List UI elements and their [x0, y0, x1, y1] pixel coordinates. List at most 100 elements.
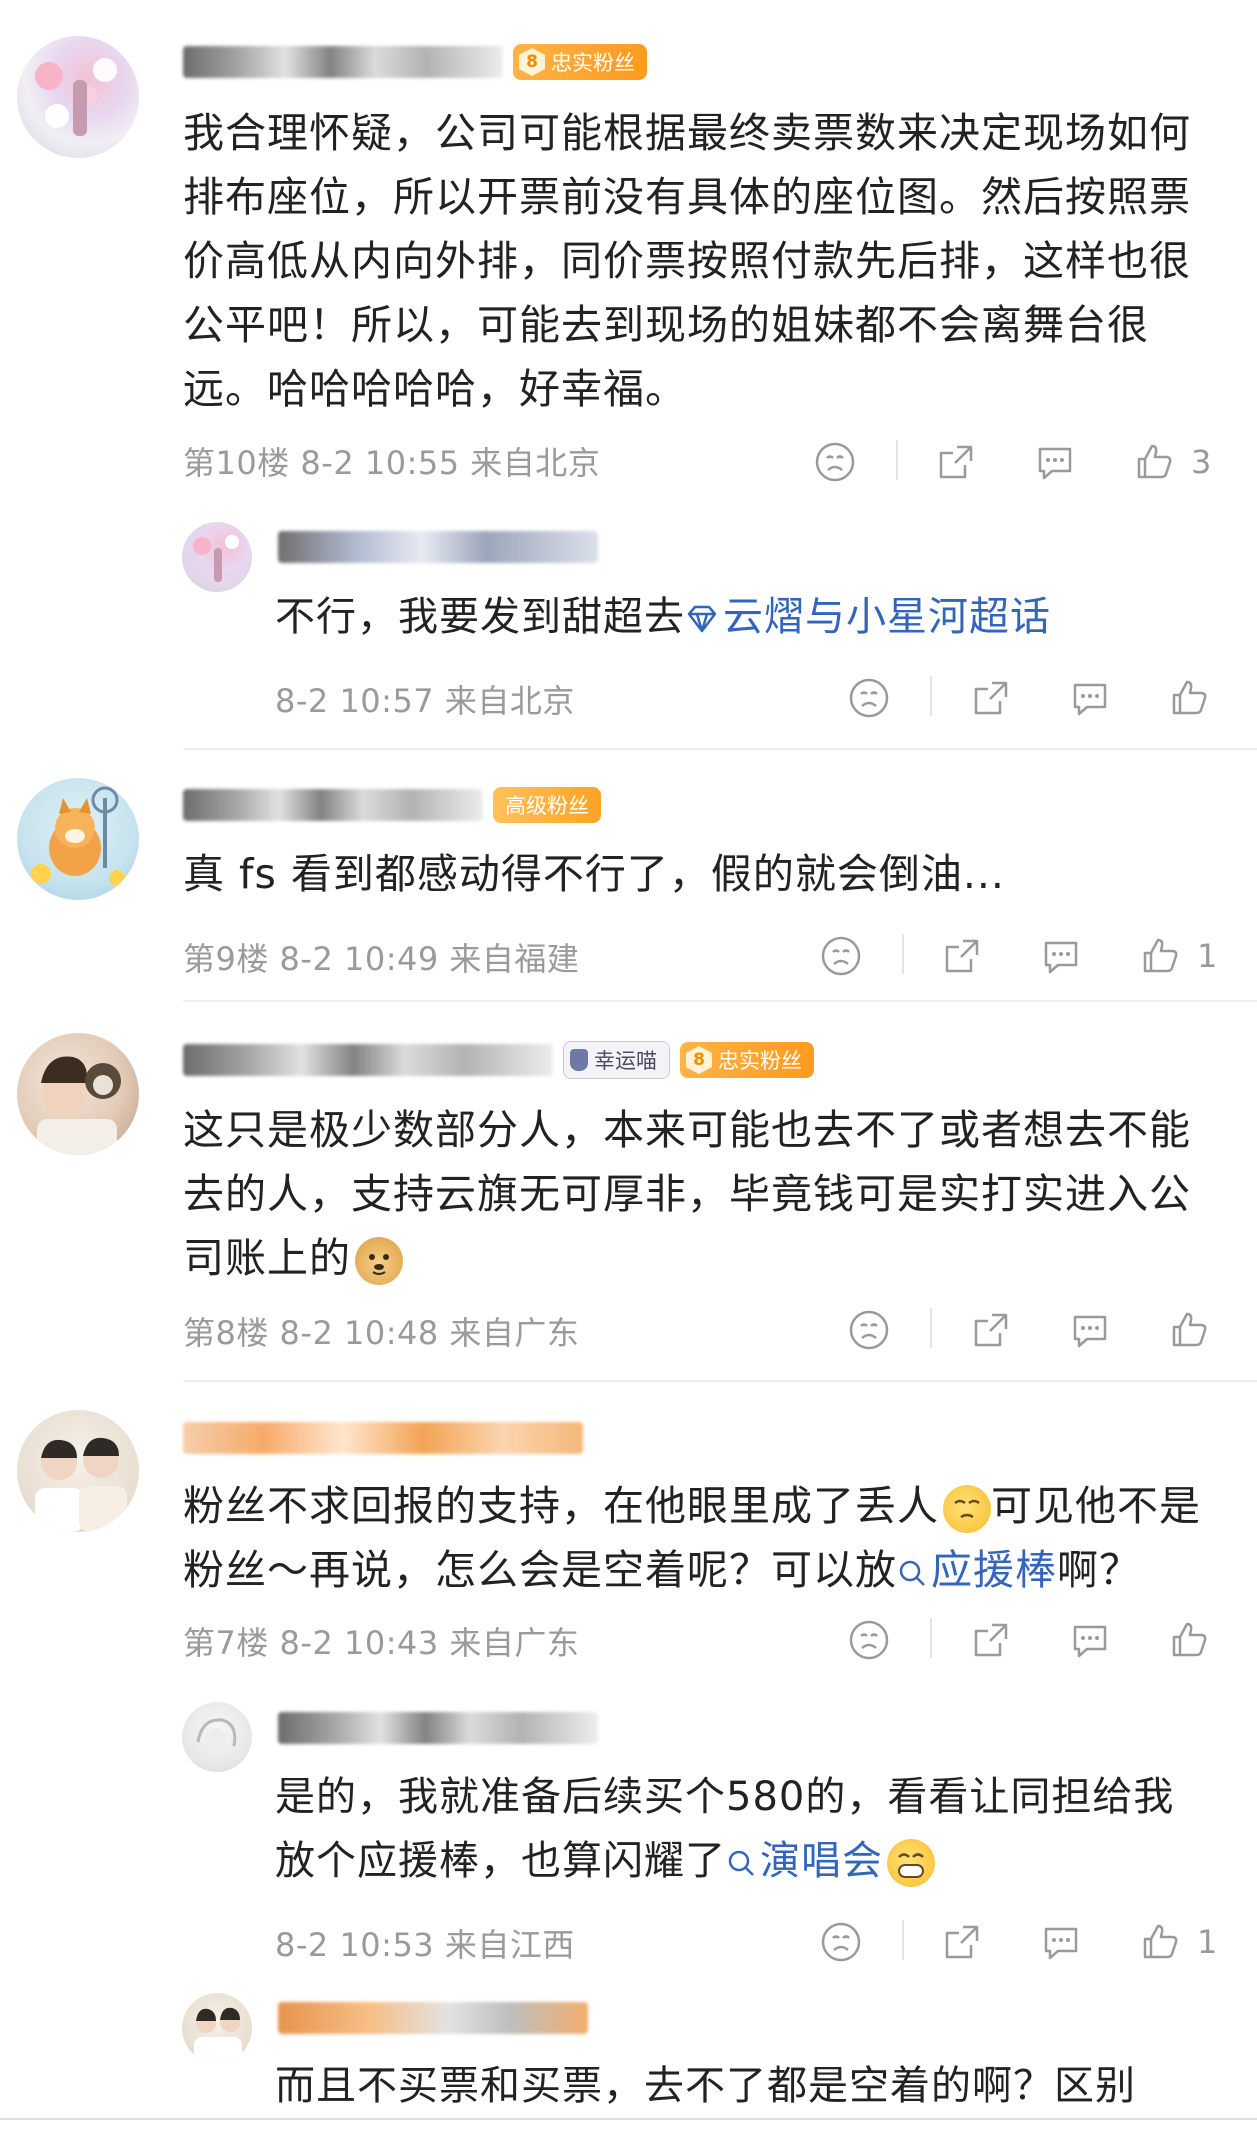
comment-button[interactable] [1069, 1300, 1111, 1360]
comment-divider [183, 748, 1257, 750]
dislike-button[interactable] [848, 1300, 890, 1360]
lucky-badge-label: 幸运喵 [594, 1049, 657, 1073]
bottom-edge [0, 2118, 1257, 2120]
share-button[interactable] [935, 432, 977, 492]
like-button[interactable]: 3 [1133, 432, 1211, 492]
comment-actions [0, 1300, 1257, 1360]
reply-body: 是的，我就准备后续买个580的，看看让同担给我放个应援棒，也算闪耀了 [275, 1774, 1175, 1884]
blurred-username[interactable] [278, 531, 598, 563]
cat-icon [570, 1049, 588, 1071]
like-icon [1172, 1312, 1207, 1347]
dislike-button[interactable] [820, 1912, 862, 1972]
divider [896, 440, 898, 480]
dislike-icon [815, 442, 855, 482]
comment-button[interactable] [1040, 926, 1082, 986]
user-name-row: 高级粉丝 [183, 785, 601, 825]
avatar[interactable] [17, 1033, 139, 1155]
dislike-button[interactable] [820, 926, 862, 986]
fan-level-icon: 8 [519, 48, 545, 76]
like-button[interactable] [1168, 1300, 1210, 1360]
blurred-username[interactable] [183, 789, 483, 821]
share-button[interactable] [970, 1300, 1012, 1360]
divider [902, 934, 904, 974]
user-name-row: 8 忠实粉丝 [183, 42, 647, 82]
thinking-emoji-icon [943, 1485, 991, 1533]
search-icon [899, 1560, 925, 1586]
share-button[interactable] [941, 926, 983, 986]
like-icon [1143, 938, 1178, 973]
reply-avatar[interactable] [182, 522, 252, 592]
blurred-username[interactable] [278, 2002, 588, 2034]
search-link[interactable]: 应援棒 [897, 1546, 1057, 1594]
like-button[interactable]: 1 [1139, 926, 1217, 986]
divider [930, 676, 932, 716]
comment-text: 真 fs 看到都感动得不行了，假的就会倒油... [183, 850, 1005, 898]
blurred-username[interactable] [278, 1712, 598, 1744]
reply-text: 不行，我要发到甜超去 云熠与小星河超话 [275, 585, 1215, 649]
dislike-icon [849, 1310, 889, 1350]
user-name-row: 幸运喵 8 忠实粉丝 [183, 1040, 814, 1080]
comment-icon [1073, 683, 1107, 716]
like-count: 3 [1191, 443, 1212, 481]
fan-badge[interactable]: 高级粉丝 [493, 787, 601, 823]
super-topic-label: 云熠与小星河超话 [723, 594, 1051, 640]
avatar[interactable] [17, 778, 139, 900]
comment-text: 这只是极少数部分人，本来可能也去不了或者想去不能去的人，支持云旗无可厚非，毕竟钱… [183, 1098, 1193, 1290]
reply-actions: 1 [0, 1912, 1257, 1972]
fan-badge-label: 忠实粉丝 [718, 1049, 802, 1073]
comment-icon [1073, 1315, 1107, 1348]
grin-emoji-icon [887, 1839, 935, 1887]
comment-button[interactable] [1069, 668, 1111, 728]
comment-text: 我合理怀疑，公司可能根据最终卖票数来决定现场如何排布座位，所以开票前没有具体的座… [183, 109, 1191, 413]
divider [902, 1920, 904, 1960]
dislike-icon [849, 1620, 889, 1660]
fan-badge[interactable]: 8 忠实粉丝 [513, 44, 647, 80]
dislike-button[interactable] [814, 432, 856, 492]
reply-avatar[interactable] [182, 1993, 252, 2063]
like-button[interactable] [1168, 668, 1210, 728]
share-icon [939, 445, 973, 479]
like-button[interactable] [1168, 1610, 1210, 1670]
comment-icon [1073, 1625, 1107, 1658]
like-button[interactable]: 1 [1139, 1912, 1217, 1972]
share-button[interactable] [970, 668, 1012, 728]
comment-divider [183, 1000, 1257, 1002]
like-icon [1143, 1924, 1178, 1959]
divider [930, 1618, 932, 1658]
reply-actions [0, 668, 1257, 728]
reply-avatar[interactable] [182, 1702, 252, 1772]
avatar[interactable] [17, 1410, 139, 1532]
comment-button[interactable] [1040, 1912, 1082, 1972]
share-button[interactable] [941, 1912, 983, 1972]
like-count: 1 [1197, 937, 1218, 975]
fan-badge-label: 忠实粉丝 [551, 51, 635, 75]
search-icon [728, 1850, 754, 1876]
divider [930, 1308, 932, 1348]
dislike-button[interactable] [848, 1610, 890, 1670]
super-topic-link[interactable]: 云熠与小星河超话 [685, 594, 1051, 640]
share-button[interactable] [970, 1610, 1012, 1670]
lucky-badge[interactable]: 幸运喵 [563, 1041, 670, 1079]
like-icon [1172, 680, 1207, 715]
fan-badge[interactable]: 8 忠实粉丝 [680, 1042, 814, 1078]
avatar[interactable] [17, 36, 139, 158]
blurred-username[interactable] [183, 1422, 583, 1454]
reply-text: 是的，我就准备后续买个580的，看看让同担给我放个应援棒，也算闪耀了 演唱会 [275, 1765, 1215, 1893]
blurred-username[interactable] [183, 1044, 553, 1076]
comment-divider [183, 1380, 1257, 1382]
blurred-username[interactable] [183, 46, 503, 78]
dislike-button[interactable] [848, 668, 890, 728]
dislike-icon [849, 678, 889, 718]
share-icon [945, 939, 979, 973]
comment-button[interactable] [1069, 1610, 1111, 1670]
like-icon [1137, 444, 1172, 479]
reply-name-row [278, 527, 598, 567]
reply-name-row [278, 1708, 598, 1748]
super-topic-icon [687, 605, 717, 633]
comment-icon [1038, 447, 1072, 480]
share-icon [945, 1925, 979, 1959]
search-link[interactable]: 演唱会 [726, 1838, 883, 1884]
dislike-icon [821, 1922, 861, 1962]
comment-actions: 1 [0, 926, 1257, 986]
comment-button[interactable] [1034, 432, 1076, 492]
